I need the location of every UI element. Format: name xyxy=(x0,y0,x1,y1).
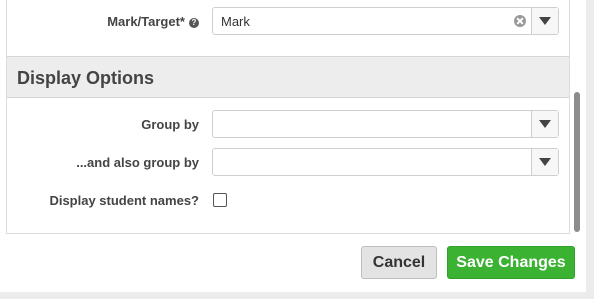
display-student-names-checkbox[interactable] xyxy=(213,193,227,207)
mark-target-select[interactable]: Mark xyxy=(212,7,559,35)
chevron-down-icon xyxy=(539,17,551,25)
question-circle-icon[interactable]: ? xyxy=(189,18,199,28)
cancel-button[interactable]: Cancel xyxy=(361,246,437,279)
display-student-names-label: Display student names? xyxy=(49,193,199,208)
also-group-by-label: ...and also group by xyxy=(76,155,199,170)
also-group-by-select[interactable] xyxy=(212,148,559,176)
display-options-header: Display Options xyxy=(7,56,569,98)
modal-body-scroll-area[interactable]: Mark/Target*? Mark Display Options Group… xyxy=(6,0,570,234)
page: Mark/Target*? Mark Display Options Group… xyxy=(0,0,594,299)
group-by-row: Group by xyxy=(7,110,569,140)
modal-dialog: Mark/Target*? Mark Display Options Group… xyxy=(0,0,586,292)
group-by-select[interactable] xyxy=(212,110,559,138)
mark-target-dropdown-toggle[interactable] xyxy=(531,8,558,34)
also-group-by-row: ...and also group by xyxy=(7,148,569,178)
mark-target-row: Mark/Target*? Mark xyxy=(7,7,569,37)
chevron-down-icon xyxy=(539,158,551,166)
group-by-dropdown-toggle[interactable] xyxy=(531,111,558,137)
clear-icon[interactable] xyxy=(514,15,526,27)
section-title: Display Options xyxy=(17,68,155,88)
scrollbar[interactable] xyxy=(571,0,583,234)
chevron-down-icon xyxy=(539,120,551,128)
save-changes-button[interactable]: Save Changes xyxy=(447,246,575,279)
also-group-by-dropdown-toggle[interactable] xyxy=(531,149,558,175)
scrollbar-thumb[interactable] xyxy=(574,92,580,232)
display-student-names-row: Display student names? xyxy=(7,190,569,214)
mark-target-label-text: Mark/Target* xyxy=(107,14,185,29)
mark-target-label: Mark/Target*? xyxy=(107,14,199,29)
group-by-label: Group by xyxy=(141,117,199,132)
mark-target-value: Mark xyxy=(221,14,250,29)
